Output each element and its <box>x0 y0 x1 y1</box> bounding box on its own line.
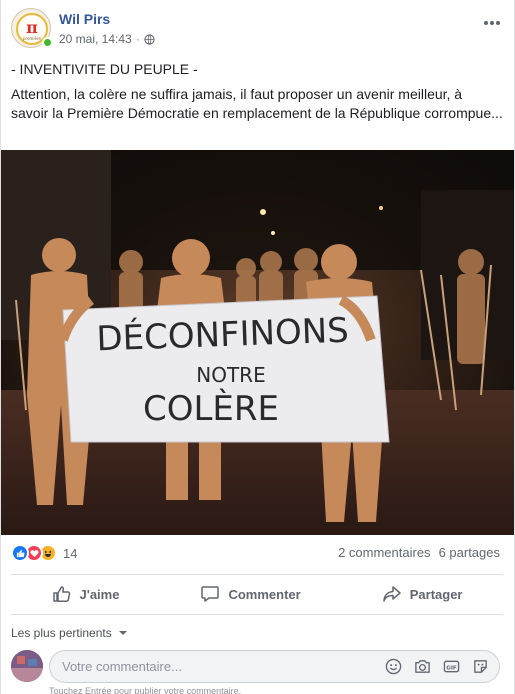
post-photo[interactable]: DÉCONFINONS NOTRE COLÈRE <box>1 150 514 535</box>
post-body: Attention, la colère ne suffira jamais, … <box>11 86 503 121</box>
meta-separator: · <box>135 32 140 46</box>
engagement-stats: 2 commentaires 6 partages <box>338 545 500 560</box>
share-button-label: Partager <box>409 586 463 602</box>
svg-text:GIF: GIF <box>446 665 457 671</box>
comments-count-link[interactable]: 2 commentaires <box>338 545 430 560</box>
shares-count-link[interactable]: 6 partages <box>439 545 500 560</box>
post-card: π première Wil Pirs 20 mai, 14:43 · - IN… <box>0 0 515 694</box>
more-options-icon[interactable] <box>484 12 506 26</box>
like-reaction-icon <box>11 544 29 562</box>
comment-sort-label: Les plus pertinents <box>11 626 112 640</box>
svg-text:première: première <box>23 36 42 41</box>
reactions-summary[interactable]: 14 <box>11 543 77 563</box>
globe-icon[interactable] <box>144 33 155 45</box>
comment-sort-dropdown[interactable]: Les plus pertinents <box>11 626 127 640</box>
comment-button-label: Commenter <box>228 586 301 602</box>
author-name[interactable]: Wil Pirs <box>59 11 110 27</box>
comment-composer: GIF <box>49 650 500 683</box>
comment-input[interactable] <box>62 651 372 682</box>
online-status-indicator <box>42 37 53 48</box>
divider <box>11 614 503 615</box>
comment-hint: Touchez Entrée pour publier votre commen… <box>49 686 242 694</box>
post-title-line: - INVENTIVITE DU PEUPLE - <box>11 61 198 77</box>
svg-text:π: π <box>26 18 38 37</box>
share-arrow-icon <box>382 586 401 602</box>
banner-text-line2: NOTRE <box>196 363 265 387</box>
emoji-icon[interactable] <box>385 658 402 675</box>
post-header: π première Wil Pirs 20 mai, 14:43 · <box>11 8 506 52</box>
chevron-down-icon <box>118 631 127 635</box>
share-button[interactable]: Partager <box>372 578 473 610</box>
comment-button[interactable]: Commenter <box>190 578 310 610</box>
post-meta: 20 mai, 14:43 · <box>59 32 155 46</box>
like-button-label: J'aime <box>79 586 120 602</box>
banner-text-line3: COLÈRE <box>143 388 279 429</box>
post-text: - INVENTIVITE DU PEUPLE - Attention, la … <box>11 60 503 129</box>
sticker-icon[interactable] <box>472 658 489 675</box>
camera-icon[interactable] <box>414 658 431 675</box>
gif-icon[interactable]: GIF <box>443 658 460 675</box>
post-date[interactable]: 20 mai, 14:43 <box>59 32 132 46</box>
comment-tools: GIF <box>385 658 489 675</box>
thumbs-up-icon <box>52 586 70 602</box>
divider <box>11 574 503 575</box>
comment-bubble-icon <box>201 586 220 602</box>
photo-scene: DÉCONFINONS NOTRE COLÈRE <box>1 150 514 535</box>
current-user-avatar[interactable] <box>11 650 43 682</box>
post-actions: J'aime Commenter Partager <box>11 576 503 612</box>
reaction-count[interactable]: 14 <box>63 546 77 561</box>
like-button[interactable]: J'aime <box>42 578 130 610</box>
